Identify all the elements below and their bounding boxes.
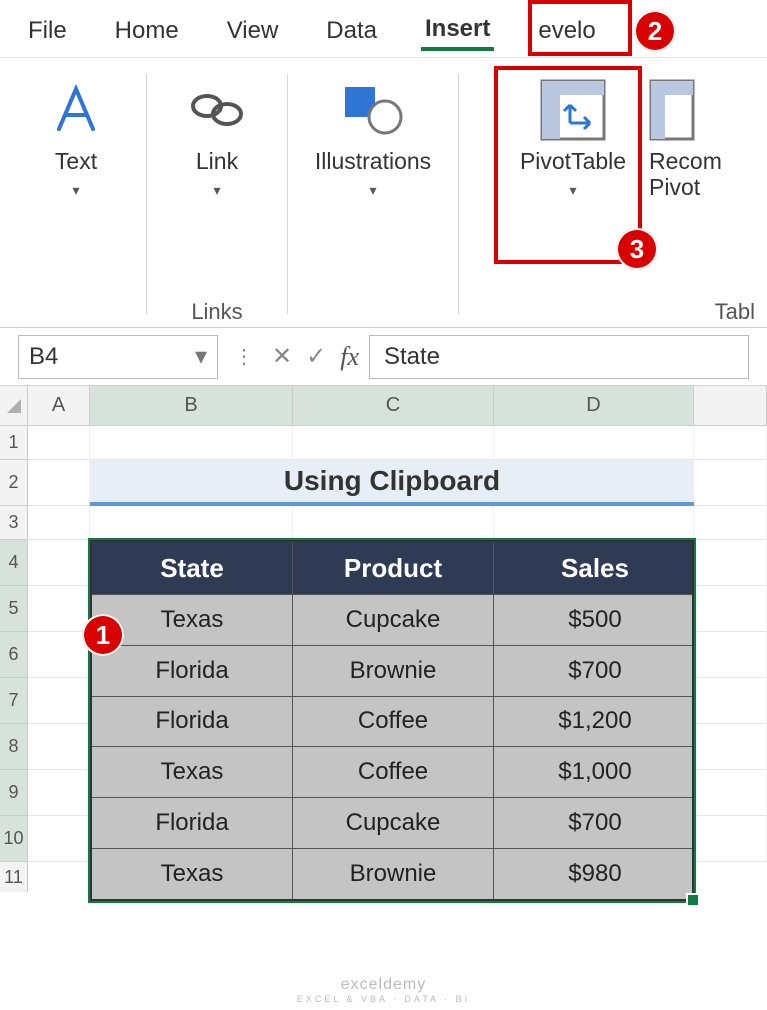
annotation-badge-3: 3	[616, 228, 658, 270]
td[interactable]: $700	[494, 646, 696, 696]
tab-view[interactable]: View	[223, 9, 283, 49]
table-row[interactable]: TexasCoffee$1,000	[92, 746, 692, 797]
data-table[interactable]: State Product Sales TexasCupcake$500 Flo…	[90, 540, 694, 901]
td[interactable]: $1,000	[494, 747, 696, 797]
row-header[interactable]: 2	[0, 460, 27, 506]
watermark: exceldemy EXCEL & VBA · DATA · BI	[0, 976, 767, 1004]
th-state[interactable]: State	[92, 542, 293, 594]
td[interactable]: $1,200	[494, 697, 696, 747]
table-row[interactable]: FloridaBrownie$700	[92, 645, 692, 696]
col-header-e[interactable]	[694, 386, 767, 425]
annotation-box-pivottable	[494, 66, 642, 264]
cancel-icon[interactable]: ✕	[272, 342, 292, 371]
tab-data[interactable]: Data	[322, 9, 381, 49]
group-links: Link ▾ Links	[147, 68, 287, 327]
text-a-icon	[49, 78, 103, 142]
shapes-icon	[341, 78, 405, 142]
td[interactable]: Brownie	[293, 849, 494, 899]
formula-input[interactable]: State	[369, 335, 749, 379]
group-illustrations: Illustrations ▾	[288, 68, 458, 327]
ribbon: Text ▾ Link ▾ Links Illustrations ▾	[0, 58, 767, 328]
table-row[interactable]: TexasCupcake$500	[92, 594, 692, 645]
link-icon	[187, 78, 247, 142]
title-cell[interactable]: Using Clipboard	[90, 460, 694, 506]
row-header[interactable]: 9	[0, 770, 27, 816]
col-header-c[interactable]: C	[293, 386, 494, 425]
td[interactable]: Brownie	[293, 646, 494, 696]
chevron-down-icon: ▾	[72, 182, 79, 199]
recommended-label: Recom Pivot	[649, 148, 729, 201]
col-header-b[interactable]: B	[90, 386, 293, 425]
formula-value: State	[384, 343, 440, 371]
td[interactable]: Florida	[92, 646, 293, 696]
drag-handle-icon[interactable]: ⋮	[228, 344, 262, 369]
td[interactable]: Coffee	[293, 747, 494, 797]
annotation-badge-2: 2	[634, 10, 676, 52]
table-row[interactable]: TexasBrownie$980	[92, 848, 692, 899]
fx-icon[interactable]: fx	[340, 342, 359, 372]
row-header[interactable]: 10	[0, 816, 27, 862]
column-headers: A B C D	[0, 386, 767, 426]
table-header-row: State Product Sales	[92, 542, 692, 594]
enter-icon[interactable]: ✓	[306, 342, 326, 371]
cells-area[interactable]: Using Clipboard State Product Sales Texa…	[28, 426, 767, 892]
link-label: Link	[196, 148, 238, 174]
row-headers: 1 2 3 4 5 6 7 8 9 10 11	[0, 426, 28, 892]
group-caption-links: Links	[147, 299, 287, 325]
table-row[interactable]: FloridaCoffee$1,200	[92, 696, 692, 747]
grid-body: 1 2 3 4 5 6 7 8 9 10 11 Using Clipboar	[0, 426, 767, 892]
row-header[interactable]: 5	[0, 586, 27, 632]
illustrations-button[interactable]: Illustrations ▾	[298, 72, 448, 205]
annotation-box-insert-tab	[528, 0, 632, 56]
formula-bar: B4 ▾ ⋮ ✕ ✓ fx State	[0, 328, 767, 386]
link-button[interactable]: Link ▾	[157, 72, 277, 205]
row-header[interactable]: 11	[0, 862, 27, 892]
th-product[interactable]: Product	[293, 542, 494, 594]
col-header-d[interactable]: D	[494, 386, 694, 425]
annotation-badge-1: 1	[82, 614, 124, 656]
row-header[interactable]: 4	[0, 540, 27, 586]
formula-actions: ✕ ✓ fx	[272, 342, 359, 372]
td[interactable]: Cupcake	[293, 595, 494, 645]
td[interactable]: Cupcake	[293, 798, 494, 848]
col-header-a[interactable]: A	[28, 386, 90, 425]
td[interactable]: $980	[494, 849, 696, 899]
select-all-corner[interactable]	[0, 386, 28, 425]
recommended-pivottables-button[interactable]: Recom Pivot	[647, 72, 727, 207]
row-header[interactable]: 7	[0, 678, 27, 724]
td[interactable]: $500	[494, 595, 696, 645]
name-box-value: B4	[29, 343, 58, 371]
td[interactable]: $700	[494, 798, 696, 848]
row-header[interactable]: 3	[0, 506, 27, 540]
td[interactable]: Florida	[92, 798, 293, 848]
name-box[interactable]: B4 ▾	[18, 335, 218, 379]
tab-insert[interactable]: Insert	[421, 7, 494, 51]
text-label: Text	[55, 148, 97, 174]
recommended-pivot-icon	[649, 78, 695, 142]
chevron-down-icon: ▾	[195, 342, 207, 371]
table-row[interactable]: FloridaCupcake$700	[92, 797, 692, 848]
td[interactable]: Texas	[92, 849, 293, 899]
group-text: Text ▾	[6, 68, 146, 327]
text-button[interactable]: Text ▾	[16, 72, 136, 205]
tab-file[interactable]: File	[24, 9, 71, 49]
group-caption-tables: Tabl	[459, 299, 761, 325]
td[interactable]: Texas	[92, 747, 293, 797]
illustrations-label: Illustrations	[315, 148, 431, 174]
tab-home[interactable]: Home	[111, 9, 183, 49]
row-header[interactable]: 8	[0, 724, 27, 770]
row-header[interactable]: 1	[0, 426, 27, 460]
td[interactable]: Coffee	[293, 697, 494, 747]
chevron-down-icon: ▾	[369, 182, 376, 199]
chevron-down-icon: ▾	[213, 182, 220, 199]
td[interactable]: Florida	[92, 697, 293, 747]
row-header[interactable]: 6	[0, 632, 27, 678]
th-sales[interactable]: Sales	[494, 542, 696, 594]
fill-handle-icon[interactable]	[688, 895, 698, 905]
